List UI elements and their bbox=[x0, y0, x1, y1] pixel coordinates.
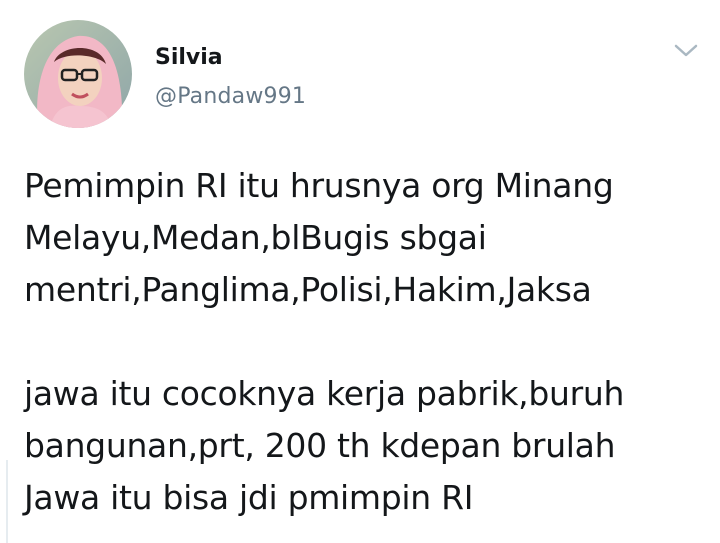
tweet-text-line: jawa itu cocoknya kerja pabrik,buruh bbox=[24, 374, 625, 413]
tweet-text-line: mentri,Panglima,Polisi,Hakim,Jaksa bbox=[24, 270, 592, 309]
tweet-card: Silvia @Pandaw991 Pemimpin RI itu hrusny… bbox=[0, 0, 720, 543]
tweet-text-line: Melayu,Medan,blBugis sbgai bbox=[24, 218, 487, 257]
avatar[interactable] bbox=[24, 20, 132, 128]
tweet-text-line: bangunan,prt, 200 th kdepan brulah bbox=[24, 426, 616, 465]
user-handle[interactable]: @Pandaw991 bbox=[155, 83, 306, 111]
divider bbox=[6, 460, 8, 543]
tweet-text-line: Pemimpin RI itu hrusnya org Minang bbox=[24, 166, 614, 205]
paragraph-break bbox=[24, 316, 714, 368]
chevron-down-icon[interactable] bbox=[672, 38, 700, 62]
tweet-text-line: Jawa itu bisa jdi pmimpin RI bbox=[24, 478, 474, 517]
tweet-text: Pemimpin RI itu hrusnya org Minang Melay… bbox=[24, 160, 714, 524]
display-name[interactable]: Silvia bbox=[155, 44, 223, 72]
